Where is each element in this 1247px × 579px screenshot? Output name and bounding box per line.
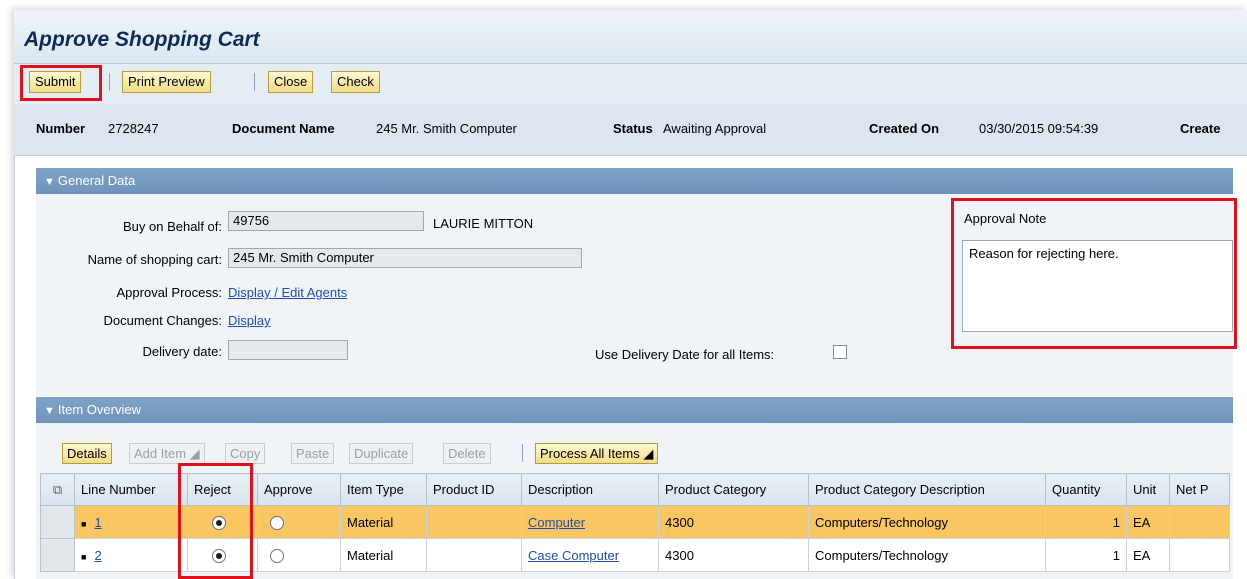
approve-cell (257, 505, 341, 539)
details-button[interactable]: Details (62, 443, 112, 464)
document-changes-label: Document Changes: (103, 313, 222, 328)
product-category-cell: 4300 (658, 538, 809, 572)
document-name-label: Document Name (232, 121, 335, 136)
buy-on-behalf-field[interactable]: 49756 (228, 211, 424, 231)
item-table: ⧉ Line Number Reject Approve Item Type P… (40, 473, 1230, 572)
toolbar-separator (109, 73, 110, 91)
page-title: Approve Shopping Cart (24, 28, 260, 51)
net-price-cell (1169, 538, 1230, 572)
collapse-triangle-icon: ▼ (44, 405, 55, 417)
reject-radio[interactable] (212, 515, 226, 530)
delete-button[interactable]: Delete (443, 443, 491, 464)
process-all-items-button[interactable]: Process All Items ◢ (535, 443, 659, 464)
approve-cell (257, 538, 341, 572)
column-header[interactable]: Unit (1126, 473, 1170, 506)
display-edit-agents-link[interactable]: Display / Edit Agents (228, 285, 347, 300)
number-label: Number (36, 121, 86, 136)
status-value: Awaiting Approval (663, 121, 767, 136)
toolbar-separator (522, 444, 523, 462)
item-type-cell: Material (340, 538, 427, 572)
add-item-button[interactable]: Add Item ◢ (129, 443, 205, 464)
reject-cell (187, 505, 258, 539)
approval-note-label: Approval Note (964, 211, 1047, 226)
use-delivery-date-checkbox[interactable] (833, 345, 847, 359)
table-row[interactable]: ■ 1 Material Computer 4300 Computers/Tech… (40, 505, 1230, 539)
line-number-cell: ■ 1 (74, 505, 188, 539)
use-delivery-date-label: Use Delivery Date for all Items: (595, 347, 775, 362)
line-number-link[interactable]: 2 (94, 548, 101, 563)
description-link[interactable]: Computer (528, 515, 585, 530)
line-number-cell: ■ 2 (74, 538, 188, 572)
column-header[interactable]: Product ID (426, 473, 522, 506)
number-value: 2728247 (108, 121, 159, 136)
add-item-label: Add Item (134, 446, 187, 461)
print-preview-button[interactable]: Print Preview (122, 71, 211, 93)
column-header[interactable]: Reject (187, 473, 258, 506)
category-description-cell: Computers/Technology (808, 538, 1046, 572)
table-header-row: ⧉ Line Number Reject Approve Item Type P… (40, 473, 1230, 506)
net-price-cell (1169, 505, 1230, 539)
buy-on-behalf-name: LAURIE MITTON (433, 216, 534, 231)
description-cell: Case Computer (521, 538, 659, 572)
general-data-title: General Data (57, 173, 136, 188)
document-name-value: 245 Mr. Smith Computer (376, 121, 517, 136)
delivery-date-field[interactable] (228, 340, 348, 360)
column-header[interactable]: Line Number (74, 473, 188, 506)
column-header[interactable]: Approve (257, 473, 341, 506)
created-on-value: 03/30/2015 09:54:39 (979, 121, 1099, 136)
bullet-icon: ■ (81, 518, 87, 529)
delivery-date-label: Delivery date: (142, 344, 222, 359)
column-header[interactable]: Item Type (340, 473, 427, 506)
bullet-icon: ■ (81, 551, 87, 562)
status-label: Status (613, 121, 653, 136)
description-cell: Computer (521, 505, 659, 539)
collapse-triangle-icon: ▼ (44, 176, 55, 188)
line-number-link[interactable]: 1 (94, 515, 101, 530)
general-data-section-header[interactable]: ▼ General Data (36, 168, 1233, 194)
submit-button[interactable]: Submit (29, 71, 82, 93)
process-all-items-label: Process All Items (540, 446, 640, 461)
unit-cell: EA (1126, 505, 1170, 539)
row-selector[interactable] (40, 505, 75, 539)
item-type-cell: Material (340, 505, 427, 539)
check-button[interactable]: Check (331, 71, 380, 93)
cart-name-label: Name of shopping cart: (87, 252, 222, 267)
reject-radio[interactable] (212, 548, 226, 563)
approve-radio[interactable] (270, 548, 284, 563)
buy-on-behalf-label: Buy on Behalf of: (122, 219, 222, 234)
column-header[interactable]: Description (521, 473, 659, 506)
item-overview-title: Item Overview (57, 402, 141, 417)
unit-cell: EA (1126, 538, 1170, 572)
approval-note-textarea[interactable]: Reason for rejecting here. (962, 240, 1233, 332)
cart-name-field[interactable]: 245 Mr. Smith Computer (228, 248, 582, 268)
approve-radio[interactable] (270, 515, 284, 530)
quantity-cell: 1 (1045, 538, 1127, 572)
paste-button[interactable]: Paste (291, 443, 335, 464)
quantity-cell: 1 (1045, 505, 1127, 539)
table-row[interactable]: ■ 2 Material Case Computer 4300 Computers… (40, 538, 1230, 572)
column-header[interactable]: Quantity (1045, 473, 1127, 506)
table-settings-icon[interactable]: ⧉ (40, 473, 75, 506)
column-header[interactable]: Product Category Description (808, 473, 1046, 506)
item-overview-section-header[interactable]: ▼ Item Overview (36, 397, 1233, 423)
product-id-cell (426, 538, 522, 572)
column-header[interactable]: Product Category (658, 473, 809, 506)
row-selector[interactable] (40, 538, 75, 572)
reject-cell (187, 538, 258, 572)
created-by-label: Create (1180, 121, 1221, 136)
product-id-cell (426, 505, 522, 539)
approval-process-label: Approval Process: (116, 285, 223, 300)
display-document-changes-link[interactable]: Display (228, 313, 271, 328)
created-on-label: Created On (869, 121, 940, 136)
copy-button[interactable]: Copy (225, 443, 266, 464)
category-description-cell: Computers/Technology (808, 505, 1046, 539)
product-category-cell: 4300 (658, 505, 809, 539)
duplicate-button[interactable]: Duplicate (349, 443, 414, 464)
column-header[interactable]: Net P (1169, 473, 1230, 506)
description-link[interactable]: Case Computer (528, 548, 619, 563)
toolbar-separator (254, 73, 255, 91)
close-button[interactable]: Close (268, 71, 314, 93)
